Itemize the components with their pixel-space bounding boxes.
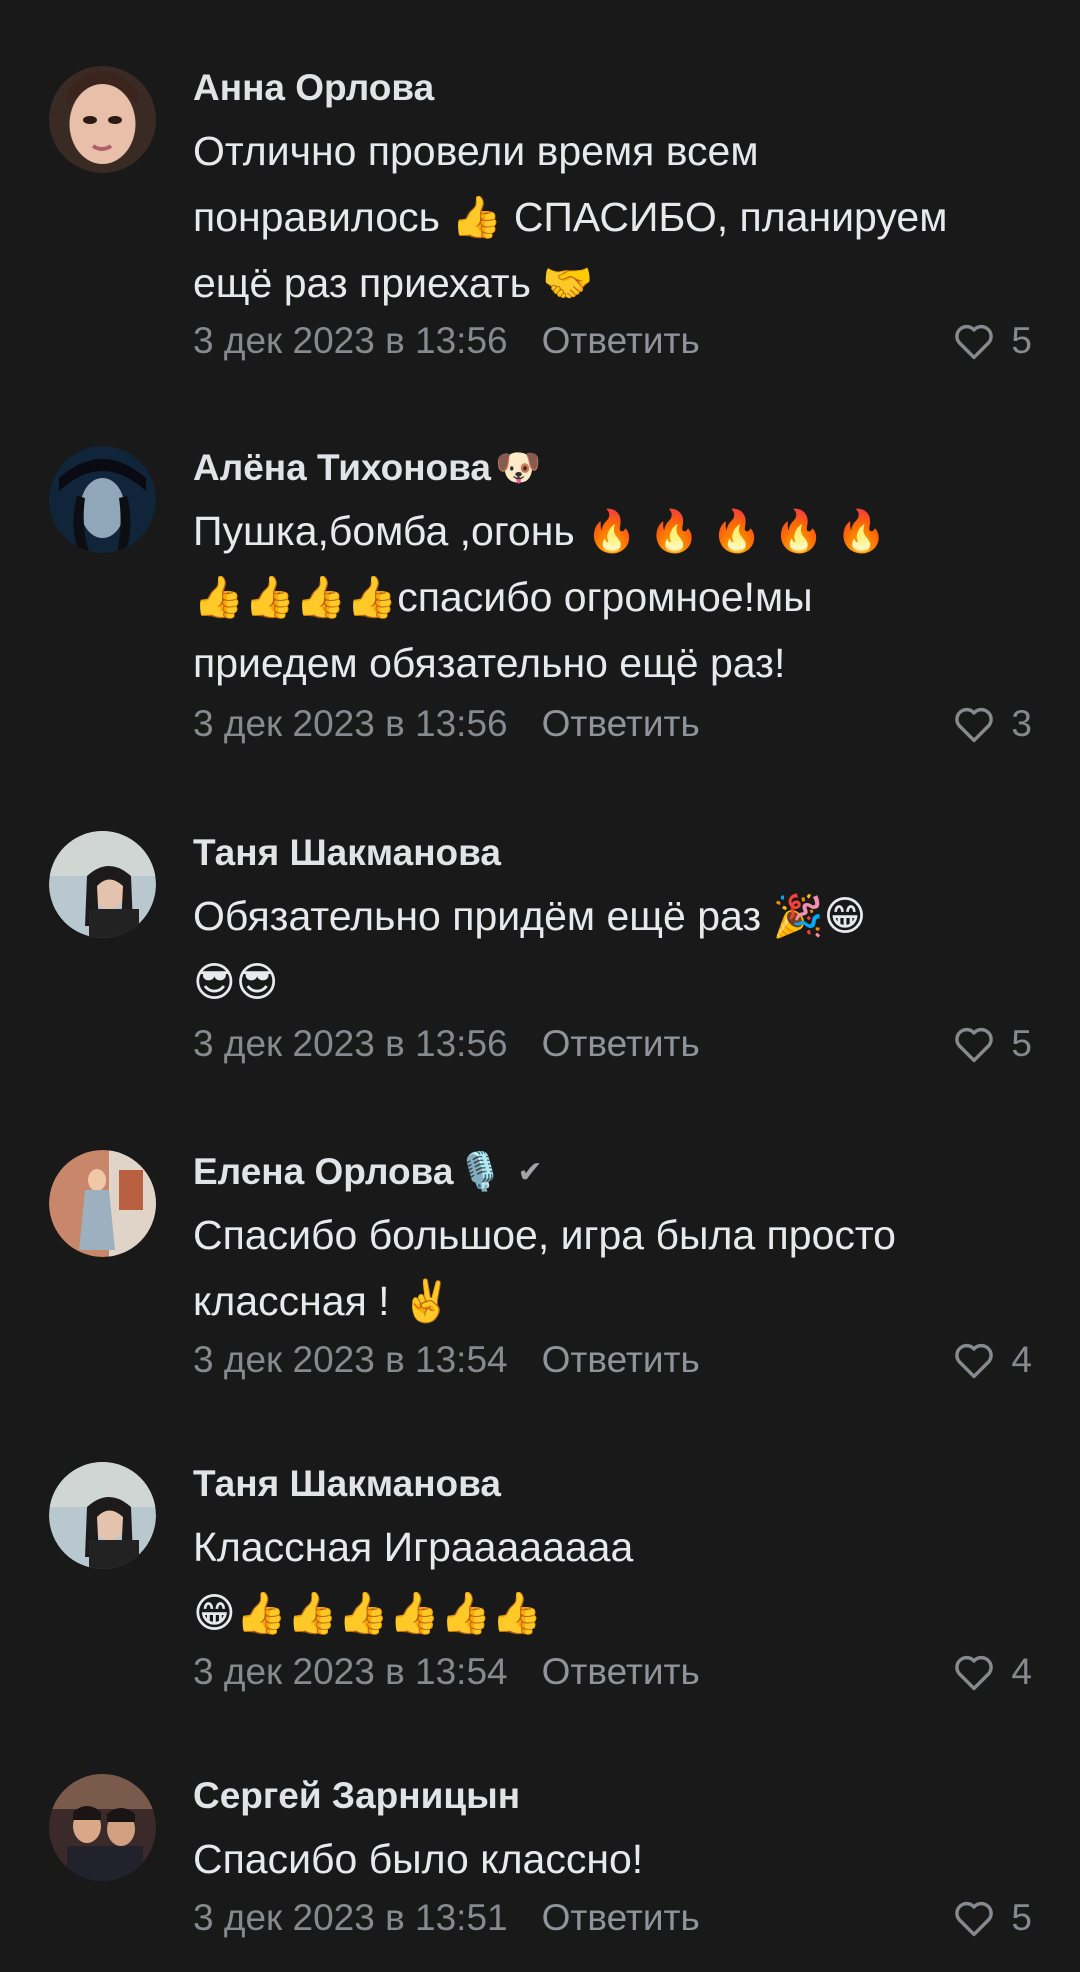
like-button[interactable]: 5 [953,1896,1032,1940]
avatar[interactable] [49,1774,156,1881]
heart-outline-icon [955,1655,994,1691]
avatar[interactable] [49,446,156,553]
author-name[interactable]: Сергей Зарницын [193,1774,520,1818]
like-button[interactable]: 3 [953,702,1032,746]
reply-button[interactable]: Ответить [542,1897,700,1938]
comment-meta: 3 дек 2023 в 13:56 Ответить [193,319,700,363]
comment-meta: 3 дек 2023 в 13:54 Ответить [193,1650,700,1694]
avatar[interactable] [49,831,156,938]
comment-text: Спасибо было классно! [193,1836,644,1882]
like-button[interactable]: 5 [953,1022,1032,1066]
verified-check-icon: ✔ [517,1156,543,1189]
like-button[interactable]: 5 [953,319,1032,363]
author-name[interactable]: Елена Орлова 🎙️ ✔ [193,1150,543,1195]
like-button[interactable]: 4 [953,1338,1032,1382]
comment-text: Спасибо большое, игра была просто классн… [193,1212,896,1324]
heart-outline-icon [955,1027,994,1063]
author-name[interactable]: Таня Шакманова [193,831,501,875]
comment-text: Классная Играааааааа 😁👍👍👍👍👍👍 [193,1524,634,1636]
reply-button[interactable]: Ответить [542,1339,700,1380]
comment-meta: 3 дек 2023 в 13:51 Ответить [193,1896,700,1940]
like-button[interactable]: 4 [953,1650,1032,1694]
author-name[interactable]: Анна Орлова [193,66,434,110]
avatar[interactable] [49,1462,156,1569]
comment-list: Анна Орлова Отлично провели время всем п… [0,0,1080,1972]
like-count: 5 [1011,320,1032,361]
comment-text: Пушка,бомба ,огонь 🔥 🔥 🔥 🔥 🔥 👍👍👍👍спасибо… [193,508,887,686]
author-name[interactable]: Алёна Тихонова 🐶 [193,446,541,490]
heart-outline-icon [955,707,994,743]
microphone-icon: 🎙️ [457,1151,504,1192]
comment-date: 3 дек 2023 в 13:56 [193,703,508,744]
reply-button[interactable]: Ответить [542,1023,700,1064]
heart-outline-icon [955,1901,994,1937]
like-count: 4 [1011,1651,1032,1692]
reply-button[interactable]: Ответить [542,320,700,361]
comment-meta: 3 дек 2023 в 13:54 Ответить [193,1338,700,1382]
comment-date: 3 дек 2023 в 13:54 [193,1651,508,1692]
comment-meta: 3 дек 2023 в 13:56 Ответить [193,702,700,746]
comment-meta: 3 дек 2023 в 13:56 Ответить [193,1022,700,1066]
comment-date: 3 дек 2023 в 13:54 [193,1339,508,1380]
comment-date: 3 дек 2023 в 13:56 [193,320,508,361]
comment-date: 3 дек 2023 в 13:51 [193,1897,508,1938]
comment-text: Обязательно придём ещё раз 🎉😁 😎😎 [193,893,867,1005]
comment-text: Отлично провели время всем понравилось 👍… [193,128,948,306]
comment-date: 3 дек 2023 в 13:56 [193,1023,508,1064]
profile-decoration-icon: 🐶 [495,447,542,488]
like-count: 5 [1011,1897,1032,1938]
avatar[interactable] [49,66,156,173]
heart-outline-icon [955,1343,994,1379]
reply-button[interactable]: Ответить [542,1651,700,1692]
like-count: 5 [1011,1023,1032,1064]
heart-outline-icon [955,324,994,360]
reply-button[interactable]: Ответить [542,703,700,744]
like-count: 3 [1011,703,1032,744]
author-name[interactable]: Таня Шакманова [193,1462,501,1506]
avatar[interactable] [49,1150,156,1257]
like-count: 4 [1011,1339,1032,1380]
